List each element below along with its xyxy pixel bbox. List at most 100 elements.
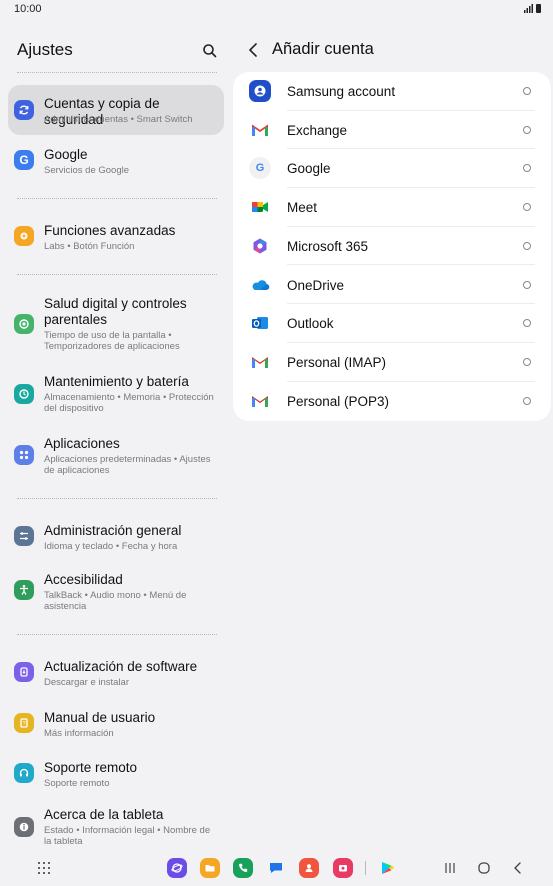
apps-grid-icon	[14, 445, 34, 465]
divider	[17, 634, 217, 635]
meet-icon	[249, 196, 271, 218]
radio-button[interactable]	[523, 241, 531, 250]
settings-item-accessibility[interactable]: Accesibilidad TalkBack • Audio mono • Me…	[8, 566, 224, 618]
manual-icon: ?	[14, 713, 34, 733]
software-update-icon	[14, 662, 34, 682]
settings-item-advanced-features[interactable]: Funciones avanzadas Labs • Botón Función	[8, 214, 224, 258]
phone-icon[interactable]	[233, 858, 253, 878]
settings-item-subtitle: Administrar cuentas • Smart Switch	[44, 114, 193, 125]
settings-item-title: Administración general	[44, 523, 182, 538]
settings-item-subtitle: Soporte remoto	[44, 778, 110, 789]
account-item-onedrive[interactable]: OneDrive	[233, 266, 551, 305]
settings-item-applications[interactable]: Aplicaciones Aplicaciones predeterminada…	[8, 430, 224, 480]
wellbeing-icon	[14, 314, 34, 334]
play-store-icon[interactable]	[377, 858, 397, 878]
outlook-icon	[249, 312, 271, 334]
account-item-outlook[interactable]: Outlook	[233, 304, 551, 343]
add-account-header: Añadir cuenta	[246, 40, 374, 59]
system-icons	[524, 4, 541, 13]
screen-recorder-icon[interactable]	[333, 858, 353, 878]
settings-item-title: Actualización de software	[44, 659, 198, 674]
back-icon[interactable]	[508, 858, 528, 878]
radio-button[interactable]	[523, 319, 531, 328]
settings-item-subtitle: Almacenamiento • Memoria • Protección de…	[44, 392, 214, 414]
google-g-icon: G	[14, 150, 34, 170]
settings-item-subtitle: TalkBack • Audio mono • Menú de asistenc…	[44, 590, 187, 612]
status-time: 10:00	[14, 3, 42, 15]
settings-item-title: Funciones avanzadas	[44, 223, 176, 238]
divider	[365, 861, 366, 875]
account-list: Samsung account Exchange G Google Meet M…	[233, 72, 551, 421]
settings-item-general-management[interactable]: Administración general Idioma y teclado …	[8, 514, 224, 558]
account-name: OneDrive	[287, 277, 345, 293]
account-name: Google	[287, 161, 331, 177]
account-item-exchange[interactable]: Exchange	[233, 111, 551, 150]
radio-button[interactable]	[523, 357, 531, 366]
settings-item-title: Accesibilidad	[44, 572, 123, 587]
back-arrow-icon[interactable]	[246, 41, 262, 59]
settings-item-subtitle: Aplicaciones predeterminadas • Ajustes d…	[44, 454, 211, 476]
gmail-icon	[249, 390, 271, 412]
samsung-account-icon	[249, 80, 271, 102]
radio-button[interactable]	[523, 280, 531, 289]
settings-item-subtitle: Descargar e instalar	[44, 677, 130, 688]
settings-item-user-manual[interactable]: ? Manual de usuario Más información	[8, 701, 224, 745]
radio-button[interactable]	[523, 164, 531, 173]
gmail-icon	[249, 351, 271, 373]
settings-item-title: Soporte remoto	[44, 760, 138, 775]
settings-item-subtitle: Más información	[44, 728, 114, 739]
radio-button[interactable]	[523, 87, 531, 95]
account-name: Meet	[287, 200, 318, 216]
my-files-icon[interactable]	[200, 858, 220, 878]
settings-item-about-tablet[interactable]: Acerca de la tableta Estado • Informació…	[8, 801, 224, 851]
home-icon[interactable]	[474, 858, 494, 878]
account-name: Outlook	[287, 316, 334, 332]
settings-item-subtitle: Idioma y teclado • Fecha y hora	[44, 541, 178, 552]
settings-item-title: Salud digital y controles parentales	[44, 296, 187, 327]
battery-icon	[536, 4, 541, 13]
account-name: Personal (POP3)	[287, 393, 390, 409]
internet-icon[interactable]	[167, 858, 187, 878]
radio-button[interactable]	[523, 396, 531, 405]
contacts-icon[interactable]	[299, 858, 319, 878]
accessibility-icon	[14, 580, 34, 600]
settings-item-subtitle: Tiempo de uso de la pantalla • Temporiza…	[44, 330, 180, 352]
settings-item-subtitle: Servicios de Google	[44, 165, 130, 176]
divider	[17, 498, 217, 499]
microsoft365-icon	[249, 235, 271, 257]
settings-item-google[interactable]: G Google Servicios de Google	[8, 138, 224, 182]
settings-pane: Ajustes Cuentas y copia de seguridad Adm…	[0, 18, 232, 848]
settings-item-title: Acerca de la tableta	[44, 807, 164, 822]
account-name: Exchange	[287, 122, 348, 138]
settings-item-title: Google	[44, 147, 88, 162]
settings-item-maintenance[interactable]: Mantenimiento y batería Almacenamiento •…	[8, 368, 224, 420]
recents-icon[interactable]	[440, 858, 460, 878]
onedrive-icon	[249, 274, 271, 296]
search-icon[interactable]	[201, 42, 219, 60]
settings-item-subtitle: Estado • Información legal • Nombre de l…	[44, 825, 211, 847]
radio-button[interactable]	[523, 125, 531, 134]
account-item-google[interactable]: G Google	[233, 149, 551, 189]
settings-item-title: Mantenimiento y batería	[44, 374, 189, 389]
settings-item-remote-support[interactable]: Soporte remoto Soporte remoto	[8, 751, 224, 795]
page-title: Añadir cuenta	[272, 40, 374, 58]
app-drawer-icon[interactable]	[34, 858, 54, 878]
settings-item-title: Manual de usuario	[44, 710, 156, 725]
account-item-microsoft365[interactable]: Microsoft 365	[233, 227, 551, 266]
account-item-personal-imap[interactable]: Personal (IMAP)	[233, 343, 551, 382]
account-item-meet[interactable]: Meet	[233, 188, 551, 227]
status-bar: 10:00	[0, 0, 553, 18]
sync-icon	[14, 100, 34, 120]
messages-icon[interactable]	[266, 858, 286, 878]
gear-plus-icon	[14, 226, 34, 246]
account-item-personal-pop3[interactable]: Personal (POP3)	[233, 382, 551, 421]
account-item-samsung[interactable]: Samsung account	[233, 72, 551, 111]
headset-icon	[14, 763, 34, 783]
sliders-icon	[14, 526, 34, 546]
radio-button[interactable]	[523, 203, 531, 212]
divider	[17, 274, 217, 275]
settings-item-software-update[interactable]: Actualización de software Descargar e in…	[8, 650, 224, 694]
settings-item-digital-wellbeing[interactable]: Salud digital y controles parentales Tie…	[8, 290, 224, 358]
settings-item-accounts[interactable]: Cuentas y copia de seguridad Administrar…	[8, 85, 224, 135]
signal-icon	[524, 4, 533, 13]
